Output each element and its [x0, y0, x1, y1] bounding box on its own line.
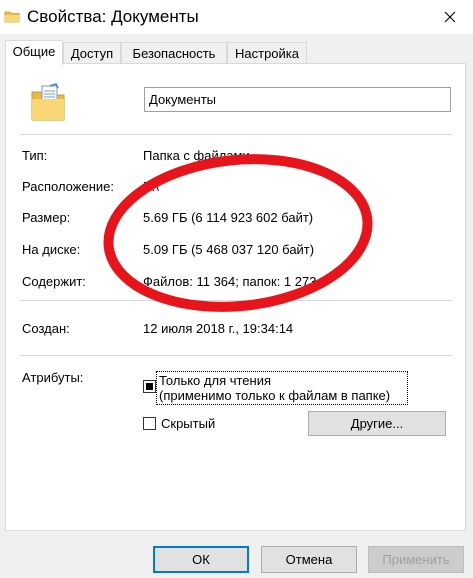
disk-size-value: 5.09 ГБ (5 468 037 120 байт) [143, 242, 315, 257]
disk-size-label: На диске: [22, 242, 81, 257]
other-attributes-button[interactable]: Другие... [308, 411, 446, 436]
readonly-checkbox[interactable] [143, 380, 156, 393]
size-label: Размер: [22, 210, 71, 225]
readonly-label[interactable]: Только для чтения (применимо только к фа… [156, 371, 408, 405]
tab-strip: Общие Доступ Безопасность Настройка [0, 40, 473, 65]
indeterminate-mark [146, 383, 153, 390]
contains-label: Содержит: [22, 274, 86, 289]
divider [20, 355, 452, 356]
tab-general[interactable]: Общие [5, 40, 63, 65]
contains-value: Файлов: 11 364; папок: 1 273 [143, 274, 317, 289]
documents-folder-icon [31, 83, 65, 121]
tab-sharing[interactable]: Доступ [63, 42, 121, 63]
cancel-button[interactable]: Отмена [261, 546, 357, 573]
location-label: Расположение: [22, 179, 114, 194]
created-label: Создан: [22, 321, 70, 336]
apply-button[interactable]: Применить [368, 546, 464, 573]
readonly-label-line1: Только для чтения [159, 373, 272, 388]
location-value: E:\ [143, 179, 159, 194]
properties-dialog: Свойства: Документы Общие Доступ Безопас… [0, 0, 473, 578]
size-value: 5.69 ГБ (6 114 923 602 байт) [143, 210, 314, 225]
hidden-label[interactable]: Скрытый [161, 416, 215, 432]
close-button[interactable] [427, 0, 473, 34]
type-value: Папка с файлами [143, 148, 250, 163]
folder-icon [4, 11, 20, 23]
tab-customize[interactable]: Настройка [227, 42, 307, 63]
divider [20, 300, 452, 301]
title-bar: Свойства: Документы [0, 0, 473, 34]
window-title: Свойства: Документы [27, 7, 199, 26]
hidden-checkbox[interactable] [143, 417, 156, 430]
divider [20, 134, 452, 135]
readonly-label-line2: (применимо только к файлам в папке) [159, 388, 391, 403]
attributes-label: Атрибуты: [22, 370, 84, 385]
type-label: Тип: [22, 148, 48, 163]
tab-security[interactable]: Безопасность [121, 42, 227, 63]
general-panel: Тип: Папка с файлами Расположение: E:\ Р… [5, 63, 466, 531]
created-value: 12 июля 2018 г., 19:34:14 [143, 321, 294, 336]
folder-name-input[interactable] [144, 87, 451, 112]
ok-button[interactable]: ОК [153, 546, 249, 573]
close-icon [444, 11, 456, 23]
